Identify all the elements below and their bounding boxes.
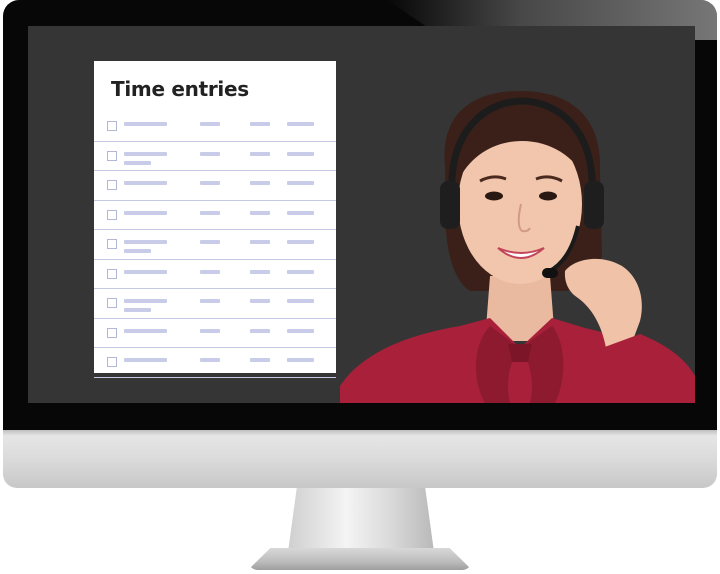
- project-placeholder: [200, 328, 220, 333]
- monitor-bezel: Time entries: [3, 0, 717, 430]
- duration-placeholder: [287, 240, 314, 244]
- support-agent-photo: [340, 86, 695, 403]
- date-placeholder: [250, 122, 270, 126]
- duration-placeholder: [287, 210, 314, 215]
- date-placeholder: [250, 328, 270, 333]
- time-entry-row[interactable]: [94, 319, 336, 348]
- support-agent-illustration: [340, 91, 695, 403]
- time-entry-row[interactable]: [94, 230, 336, 260]
- monitor-chin: [3, 430, 717, 488]
- headset-mic: [542, 268, 558, 278]
- duration-placeholder: [287, 122, 314, 126]
- time-entry-row[interactable]: [94, 171, 336, 201]
- row-checkbox[interactable]: [107, 121, 117, 131]
- description-placeholder: [124, 181, 167, 185]
- row-checkbox[interactable]: [107, 357, 117, 367]
- time-entry-row[interactable]: [94, 201, 336, 230]
- duration-placeholder: [287, 358, 314, 362]
- project-placeholder: [200, 240, 220, 244]
- project-placeholder: [200, 299, 220, 303]
- time-entry-row[interactable]: [94, 348, 336, 378]
- duration-placeholder: [287, 299, 314, 303]
- description-placeholder: [124, 299, 167, 303]
- description-placeholder: [124, 151, 167, 156]
- project-placeholder: [200, 122, 220, 126]
- row-checkbox[interactable]: [107, 150, 117, 161]
- time-entry-row[interactable]: [94, 260, 336, 289]
- date-placeholder: [250, 151, 270, 156]
- row-checkbox[interactable]: [107, 268, 117, 279]
- time-entry-row[interactable]: [94, 142, 336, 171]
- monitor-screen: Time entries: [28, 26, 695, 403]
- description-placeholder: [124, 122, 167, 126]
- time-entry-row[interactable]: [94, 289, 336, 319]
- description-placeholder: [124, 358, 167, 362]
- project-placeholder: [200, 210, 220, 215]
- description-placeholder-line2: [124, 249, 151, 253]
- time-entries-list: [94, 112, 336, 378]
- duration-placeholder: [287, 181, 314, 185]
- description-placeholder: [124, 328, 167, 333]
- date-placeholder: [250, 210, 270, 215]
- headset-left-earcup: [440, 181, 460, 229]
- bow-knot: [508, 344, 532, 362]
- headset-right-earcup: [584, 181, 604, 229]
- description-placeholder: [124, 240, 167, 244]
- project-placeholder: [200, 269, 220, 274]
- duration-placeholder: [287, 151, 314, 156]
- monitor-stand-base: [248, 548, 472, 570]
- date-placeholder: [250, 181, 270, 185]
- description-placeholder: [124, 269, 167, 274]
- project-placeholder: [200, 181, 220, 185]
- time-entries-panel: Time entries: [94, 61, 336, 378]
- description-placeholder-line2: [124, 308, 151, 312]
- description-placeholder-line2: [124, 160, 151, 165]
- row-checkbox[interactable]: [107, 298, 117, 308]
- date-placeholder: [250, 269, 270, 274]
- panel-title: Time entries: [111, 77, 249, 101]
- row-checkbox[interactable]: [107, 239, 117, 249]
- time-entry-row[interactable]: [94, 112, 336, 142]
- duration-placeholder: [287, 269, 314, 274]
- row-checkbox[interactable]: [107, 180, 117, 190]
- right-eye: [539, 191, 557, 201]
- date-placeholder: [250, 358, 270, 362]
- date-placeholder: [250, 299, 270, 303]
- monitor-stand-neck: [288, 488, 434, 552]
- row-checkbox[interactable]: [107, 327, 117, 338]
- project-placeholder: [200, 151, 220, 156]
- duration-placeholder: [287, 328, 314, 333]
- date-placeholder: [250, 240, 270, 244]
- project-placeholder: [200, 358, 220, 362]
- row-checkbox[interactable]: [107, 209, 117, 220]
- description-placeholder: [124, 210, 167, 215]
- left-eye: [485, 191, 503, 201]
